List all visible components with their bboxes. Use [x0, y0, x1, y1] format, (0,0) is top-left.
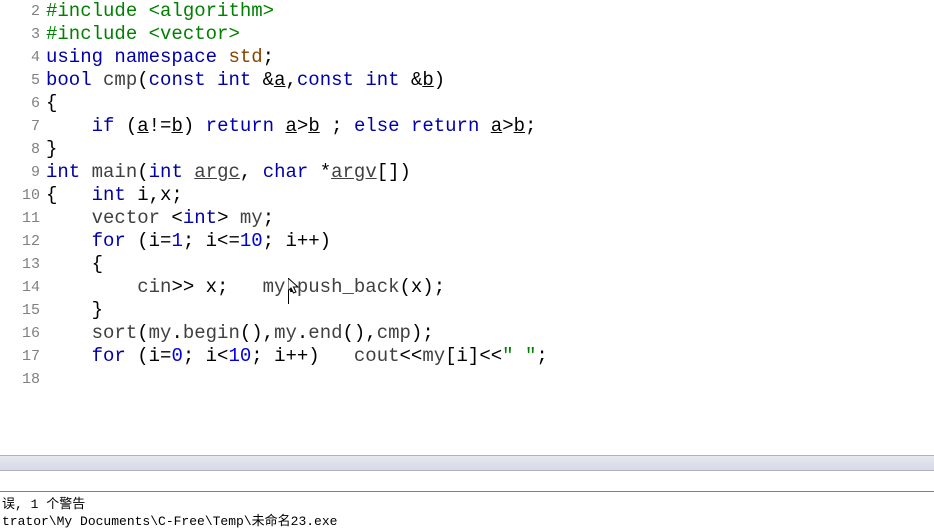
line-number: 10	[0, 184, 40, 207]
status-gap	[0, 471, 934, 491]
code-editor[interactable]: 23456789101112131415161718 #include <alg…	[0, 0, 934, 455]
code-line[interactable]: for (i=1; i<=10; i++)	[46, 230, 934, 253]
line-number: 14	[0, 276, 40, 299]
horizontal-scrollbar[interactable]	[0, 455, 934, 471]
line-number: 11	[0, 207, 40, 230]
code-line[interactable]: using namespace std;	[46, 46, 934, 69]
line-number: 8	[0, 138, 40, 161]
code-line[interactable]: for (i=0; i<10; i++) cout<<my[i]<<" ";	[46, 345, 934, 368]
line-number: 6	[0, 92, 40, 115]
code-line[interactable]: cin>> x; my.push_back(x);	[46, 276, 934, 299]
line-number: 2	[0, 0, 40, 23]
line-number: 3	[0, 23, 40, 46]
status-line-1: 误, 1 个警告	[2, 496, 932, 513]
code-line[interactable]: }	[46, 299, 934, 322]
code-line[interactable]: {	[46, 253, 934, 276]
line-number: 18	[0, 368, 40, 391]
code-line[interactable]: vector <int> my;	[46, 207, 934, 230]
text-caret	[288, 284, 289, 304]
code-line[interactable]: sort(my.begin(),my.end(),cmp);	[46, 322, 934, 345]
line-number-gutter: 23456789101112131415161718	[0, 0, 46, 455]
line-number: 17	[0, 345, 40, 368]
code-line[interactable]: bool cmp(const int &a,const int &b)	[46, 69, 934, 92]
code-line[interactable]: {	[46, 92, 934, 115]
line-number: 12	[0, 230, 40, 253]
status-panel: 误, 1 个警告 trator\My Documents\C-Free\Temp…	[0, 491, 934, 532]
line-number: 15	[0, 299, 40, 322]
line-number: 4	[0, 46, 40, 69]
code-line[interactable]: { int i,x;	[46, 184, 934, 207]
code-line[interactable]: if (a!=b) return a>b ; else return a>b;	[46, 115, 934, 138]
code-line[interactable]: }	[46, 138, 934, 161]
code-line[interactable]: int main(int argc, char *argv[])	[46, 161, 934, 184]
line-number: 7	[0, 115, 40, 138]
code-line[interactable]: #include <algorithm>	[46, 0, 934, 23]
status-line-2: trator\My Documents\C-Free\Temp\未命名23.ex…	[2, 513, 932, 530]
line-number: 5	[0, 69, 40, 92]
line-number: 13	[0, 253, 40, 276]
line-number: 16	[0, 322, 40, 345]
line-number: 9	[0, 161, 40, 184]
code-line[interactable]: #include <vector>	[46, 23, 934, 46]
code-content[interactable]: #include <algorithm>#include <vector>usi…	[46, 0, 934, 455]
